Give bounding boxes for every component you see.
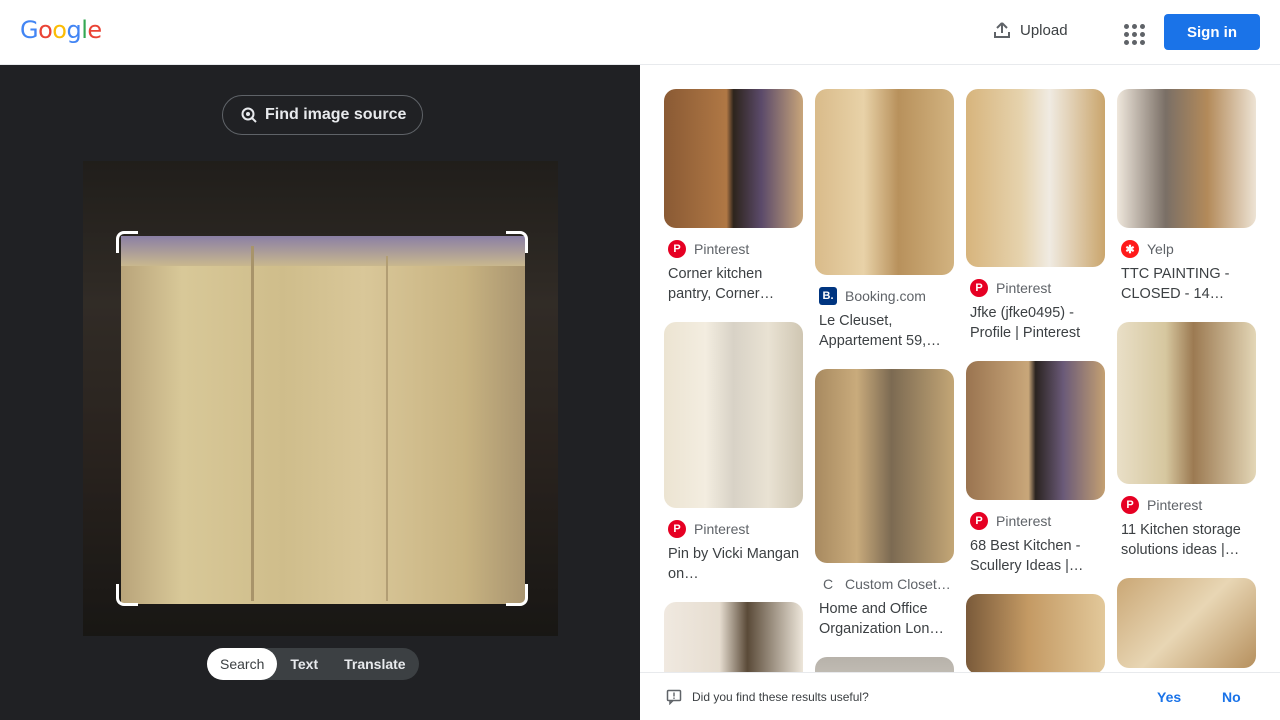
google-logo[interactable]: Google bbox=[20, 16, 102, 44]
results-column: ✱ Yelp TTC PAINTING - CLOSED - 14… P Pinte… bbox=[1117, 89, 1256, 673]
result-card[interactable]: P Pinterest Corner kitchen pantry, Corner… bbox=[664, 89, 803, 304]
result-source: Custom Closet… bbox=[845, 576, 951, 592]
result-source: Pinterest bbox=[1147, 497, 1203, 513]
result-thumbnail[interactable] bbox=[664, 89, 803, 228]
results-column: P Pinterest Jfke (jfke0495) - Profile | P… bbox=[966, 89, 1105, 673]
visual-matches-panel: P Pinterest Corner kitchen pantry, Corner… bbox=[640, 65, 1280, 673]
lens-search-icon bbox=[241, 107, 257, 123]
crop-handle-top-right[interactable] bbox=[506, 231, 528, 253]
feedback-icon bbox=[666, 689, 682, 705]
feedback-no-button[interactable]: No bbox=[1222, 689, 1241, 705]
upload-button[interactable]: Upload bbox=[992, 20, 1068, 40]
result-thumbnail[interactable] bbox=[815, 369, 954, 563]
result-card[interactable]: P Pinterest Jfke (jfke0495) - Profile | P… bbox=[966, 89, 1105, 343]
result-card[interactable]: B. Booking.com Le Cleuset, Appartement 59… bbox=[815, 89, 954, 351]
result-card[interactable]: C Custom Closet… Home and Office Organiza… bbox=[815, 369, 954, 639]
result-source: Pinterest bbox=[996, 513, 1052, 529]
result-thumbnail[interactable] bbox=[664, 322, 803, 508]
upload-label: Upload bbox=[1020, 21, 1068, 39]
result-source: Booking.com bbox=[845, 288, 926, 304]
result-title[interactable]: Pin by Vicki Mangan on… bbox=[664, 544, 803, 584]
result-card[interactable] bbox=[815, 657, 954, 673]
pinterest-icon: P bbox=[970, 279, 988, 297]
mode-translate-tab[interactable]: Translate bbox=[331, 648, 418, 680]
pinterest-icon: P bbox=[1121, 496, 1139, 514]
logo-letter: o bbox=[38, 16, 53, 44]
result-card[interactable] bbox=[664, 602, 803, 673]
query-image[interactable] bbox=[83, 161, 558, 636]
result-thumbnail[interactable] bbox=[815, 89, 954, 275]
result-thumbnail[interactable] bbox=[815, 657, 954, 673]
result-source: Pinterest bbox=[694, 241, 750, 257]
crop-handle-bottom-left[interactable] bbox=[116, 584, 138, 606]
mode-search-tab[interactable]: Search bbox=[207, 648, 278, 680]
crop-handle-bottom-right[interactable] bbox=[506, 584, 528, 606]
result-card[interactable]: P Pinterest Pin by Vicki Mangan on… bbox=[664, 322, 803, 584]
pinterest-icon: P bbox=[970, 512, 988, 530]
result-title[interactable]: Jfke (jfke0495) - Profile | Pinterest bbox=[966, 303, 1105, 343]
result-title[interactable]: 11 Kitchen storage solutions ideas |… bbox=[1117, 520, 1256, 560]
result-thumbnail[interactable] bbox=[1117, 89, 1256, 228]
result-title[interactable]: TTC PAINTING - CLOSED - 14… bbox=[1117, 264, 1256, 304]
mode-switcher: Search Text Translate bbox=[207, 648, 419, 680]
results-column: P Pinterest Corner kitchen pantry, Corner… bbox=[664, 89, 803, 673]
result-card[interactable] bbox=[1117, 578, 1256, 668]
result-source: Pinterest bbox=[996, 280, 1052, 296]
result-card[interactable] bbox=[966, 594, 1105, 673]
result-card[interactable]: P Pinterest 68 Best Kitchen - Scullery Id… bbox=[966, 361, 1105, 576]
result-thumbnail[interactable] bbox=[664, 602, 803, 673]
custom-closet-icon: C bbox=[819, 575, 837, 593]
logo-letter: o bbox=[52, 16, 67, 44]
logo-letter: e bbox=[87, 16, 102, 44]
feedback-bar: Did you find these results useful? Yes N… bbox=[640, 672, 1280, 720]
result-source: Pinterest bbox=[694, 521, 750, 537]
result-thumbnail[interactable] bbox=[966, 89, 1105, 267]
result-title[interactable]: Corner kitchen pantry, Corner… bbox=[664, 264, 803, 304]
result-source: Yelp bbox=[1147, 241, 1174, 257]
result-title[interactable]: Home and Office Organization Lon… bbox=[815, 599, 954, 639]
pinterest-icon: P bbox=[668, 520, 686, 538]
feedback-yes-button[interactable]: Yes bbox=[1157, 689, 1181, 705]
query-image-panel: Find image source Search Text Translate bbox=[0, 65, 640, 720]
result-card[interactable]: P Pinterest 11 Kitchen storage solutions … bbox=[1117, 322, 1256, 560]
results-column: B. Booking.com Le Cleuset, Appartement 59… bbox=[815, 89, 954, 673]
find-image-source-label: Find image source bbox=[265, 106, 407, 123]
sign-in-button[interactable]: Sign in bbox=[1164, 14, 1260, 50]
result-title[interactable]: 68 Best Kitchen - Scullery Ideas |… bbox=[966, 536, 1105, 576]
result-thumbnail[interactable] bbox=[966, 361, 1105, 500]
feedback-question: Did you find these results useful? bbox=[692, 690, 869, 704]
logo-letter: G bbox=[20, 16, 39, 44]
result-thumbnail[interactable] bbox=[1117, 578, 1256, 668]
result-thumbnail[interactable] bbox=[1117, 322, 1256, 484]
logo-letter: g bbox=[66, 16, 82, 44]
crop-handle-top-left[interactable] bbox=[116, 231, 138, 253]
mode-text-tab[interactable]: Text bbox=[277, 648, 331, 680]
header: Google Upload Sign in bbox=[0, 0, 1280, 65]
result-thumbnail[interactable] bbox=[966, 594, 1105, 673]
apps-grid-icon[interactable] bbox=[1118, 18, 1146, 46]
yelp-icon: ✱ bbox=[1121, 240, 1139, 258]
booking-icon: B. bbox=[819, 287, 837, 305]
upload-icon bbox=[994, 22, 1010, 38]
cabinet-image-content bbox=[121, 236, 525, 604]
find-image-source-button[interactable]: Find image source bbox=[222, 95, 424, 135]
result-title[interactable]: Le Cleuset, Appartement 59,… bbox=[815, 311, 954, 351]
result-card[interactable]: ✱ Yelp TTC PAINTING - CLOSED - 14… bbox=[1117, 89, 1256, 304]
pinterest-icon: P bbox=[668, 240, 686, 258]
